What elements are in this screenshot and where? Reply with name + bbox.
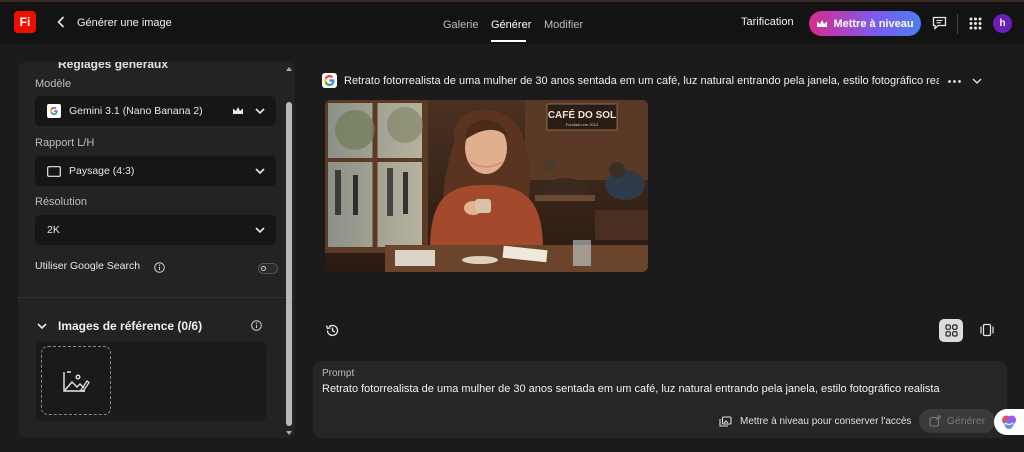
grid-view-button[interactable] — [939, 319, 963, 342]
section-divider — [18, 297, 295, 298]
prompt-box[interactable]: Prompt Retrato fotorrealista de uma mulh… — [313, 361, 1007, 438]
model-select[interactable]: Gemini 3.1 (Nano Banana 2) — [35, 96, 276, 126]
ratio-label: Rapport L/H — [35, 137, 95, 149]
generated-image[interactable]: CAFÉ DO SOL Fundado em 2012 — [325, 100, 648, 272]
prompt-input[interactable]: Retrato fotorrealista de uma mulher de 3… — [322, 383, 940, 395]
tab-generer[interactable]: Générer — [491, 19, 531, 31]
generate-button[interactable]: Générer — [919, 409, 995, 433]
upgrade-image-icon — [719, 416, 732, 427]
upgrade-access-label: Mettre à niveau pour conserver l'accès — [740, 416, 912, 427]
upload-reference-button[interactable] — [41, 346, 111, 415]
google-search-toggle[interactable] — [258, 263, 278, 274]
google-icon — [322, 73, 337, 88]
app-header: Fi Générer une image Galerie Générer Mod… — [0, 2, 1024, 44]
landscape-icon — [47, 165, 61, 177]
generate-button-label: Générer — [946, 415, 986, 427]
assistant-icon — [1002, 415, 1016, 429]
history-icon[interactable] — [323, 321, 341, 339]
google-search-row: Utiliser Google Search — [35, 260, 278, 278]
generation-prompt-heading: Retrato fotorrealista de uma mulher de 3… — [344, 75, 939, 87]
page-title: Générer une image — [77, 17, 172, 29]
upgrade-button[interactable]: Mettre à niveau — [809, 11, 921, 36]
header-divider — [957, 14, 958, 34]
assistant-bubble[interactable] — [994, 409, 1024, 435]
single-view-icon[interactable] — [978, 321, 996, 339]
firefly-logo[interactable]: Fi — [14, 11, 36, 33]
info-icon[interactable] — [154, 262, 165, 273]
tab-modifier[interactable]: Modifier — [544, 19, 583, 31]
generate-icon — [929, 415, 941, 427]
aspect-ratio-select[interactable]: Paysage (4:3) — [35, 156, 276, 186]
prompt-label: Prompt — [322, 368, 355, 379]
expand-chevron-icon[interactable] — [970, 75, 984, 87]
crown-icon — [817, 19, 828, 27]
back-chevron-icon[interactable] — [54, 12, 68, 32]
upgrade-access-link[interactable]: Mettre à niveau pour conserver l'accès — [719, 416, 911, 427]
more-options-icon[interactable] — [946, 75, 962, 87]
chevron-down-icon — [254, 224, 266, 239]
ratio-value: Paysage (4:3) — [69, 165, 135, 177]
resolution-value: 2K — [47, 224, 60, 236]
feedback-icon[interactable] — [930, 14, 948, 32]
premium-crown-icon — [232, 106, 244, 116]
apps-grid-icon[interactable] — [967, 15, 983, 31]
pricing-link[interactable]: Tarification — [741, 16, 794, 28]
resolution-select[interactable]: 2K — [35, 215, 276, 245]
cafe-sign-title: CAFÉ DO SOL — [548, 108, 616, 121]
reference-images-title: Images de référence (0/6) — [58, 319, 203, 333]
tab-galerie[interactable]: Galerie — [443, 19, 478, 31]
collapse-chevron-icon[interactable] — [36, 320, 48, 332]
model-label: Modèle — [35, 78, 72, 90]
chevron-down-icon — [254, 105, 266, 120]
settings-panel: Réglages généraux Modèle Gemini 3.1 (Nan… — [18, 62, 295, 438]
settings-scrollbar[interactable] — [284, 66, 294, 438]
active-tab-indicator — [491, 40, 526, 42]
cafe-sign-subtitle: Fundado em 2012 — [566, 122, 599, 127]
google-icon — [47, 104, 61, 118]
chevron-down-icon — [254, 165, 266, 180]
grid-view-icon — [944, 324, 958, 337]
upgrade-button-label: Mettre à niveau — [833, 17, 914, 30]
google-search-label: Utiliser Google Search — [35, 260, 141, 272]
user-avatar[interactable]: h — [993, 14, 1012, 33]
info-icon[interactable] — [251, 320, 262, 331]
resolution-label: Résolution — [35, 196, 87, 208]
reference-images-area — [36, 341, 266, 421]
image-upload-icon — [63, 370, 90, 392]
model-value: Gemini 3.1 (Nano Banana 2) — [69, 105, 203, 117]
general-settings-heading: Réglages généraux — [58, 62, 169, 71]
